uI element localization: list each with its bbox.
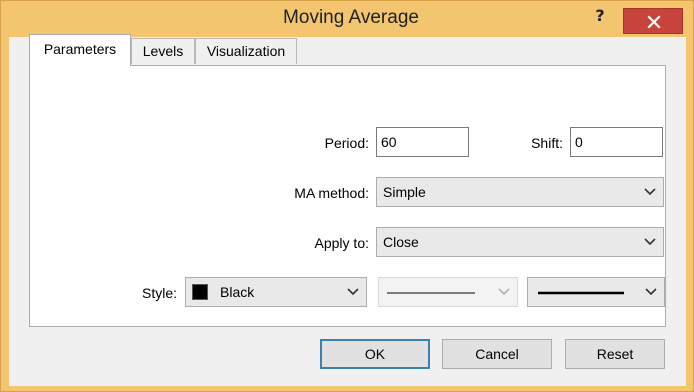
style-label: Style: (141, 285, 177, 301)
dialog-window: Moving Average ? Parameters Levels Visua… (0, 0, 694, 392)
apply-to-label: Apply to: (314, 235, 369, 251)
close-button[interactable] (623, 8, 683, 34)
style-color-value: Black (220, 284, 255, 300)
reset-button[interactable]: Reset (565, 339, 665, 369)
ma-method-value: Simple (383, 184, 426, 200)
ma-method-label: MA method: (294, 185, 369, 201)
period-label: Period: (324, 135, 369, 151)
tab-levels[interactable]: Levels (131, 38, 195, 64)
style-color-select[interactable]: Black (185, 277, 367, 307)
chevron-down-icon (347, 288, 359, 296)
color-swatch (192, 284, 208, 300)
title-bar[interactable]: Moving Average ? (1, 1, 693, 35)
line-width-select[interactable] (527, 277, 665, 307)
ma-method-select[interactable]: Simple (376, 177, 664, 207)
apply-to-value: Close (383, 234, 419, 250)
chevron-down-icon (645, 288, 657, 296)
line-style-icon (387, 292, 475, 294)
apply-to-select[interactable]: Close (376, 227, 664, 257)
chevron-down-icon (644, 238, 656, 246)
shift-input[interactable]: 0 (570, 127, 663, 157)
chevron-down-icon (498, 288, 510, 296)
line-style-select[interactable] (378, 277, 518, 307)
close-icon (647, 15, 661, 29)
chevron-down-icon (644, 188, 656, 196)
line-width-icon (538, 291, 624, 295)
tab-parameters[interactable]: Parameters (29, 34, 131, 66)
help-button[interactable]: ? (585, 7, 615, 29)
shift-label: Shift: (531, 135, 563, 151)
cancel-button[interactable]: Cancel (442, 339, 552, 369)
ok-button[interactable]: OK (320, 339, 430, 369)
period-input[interactable]: 60 (376, 127, 469, 157)
tab-visualization[interactable]: Visualization (195, 38, 297, 64)
